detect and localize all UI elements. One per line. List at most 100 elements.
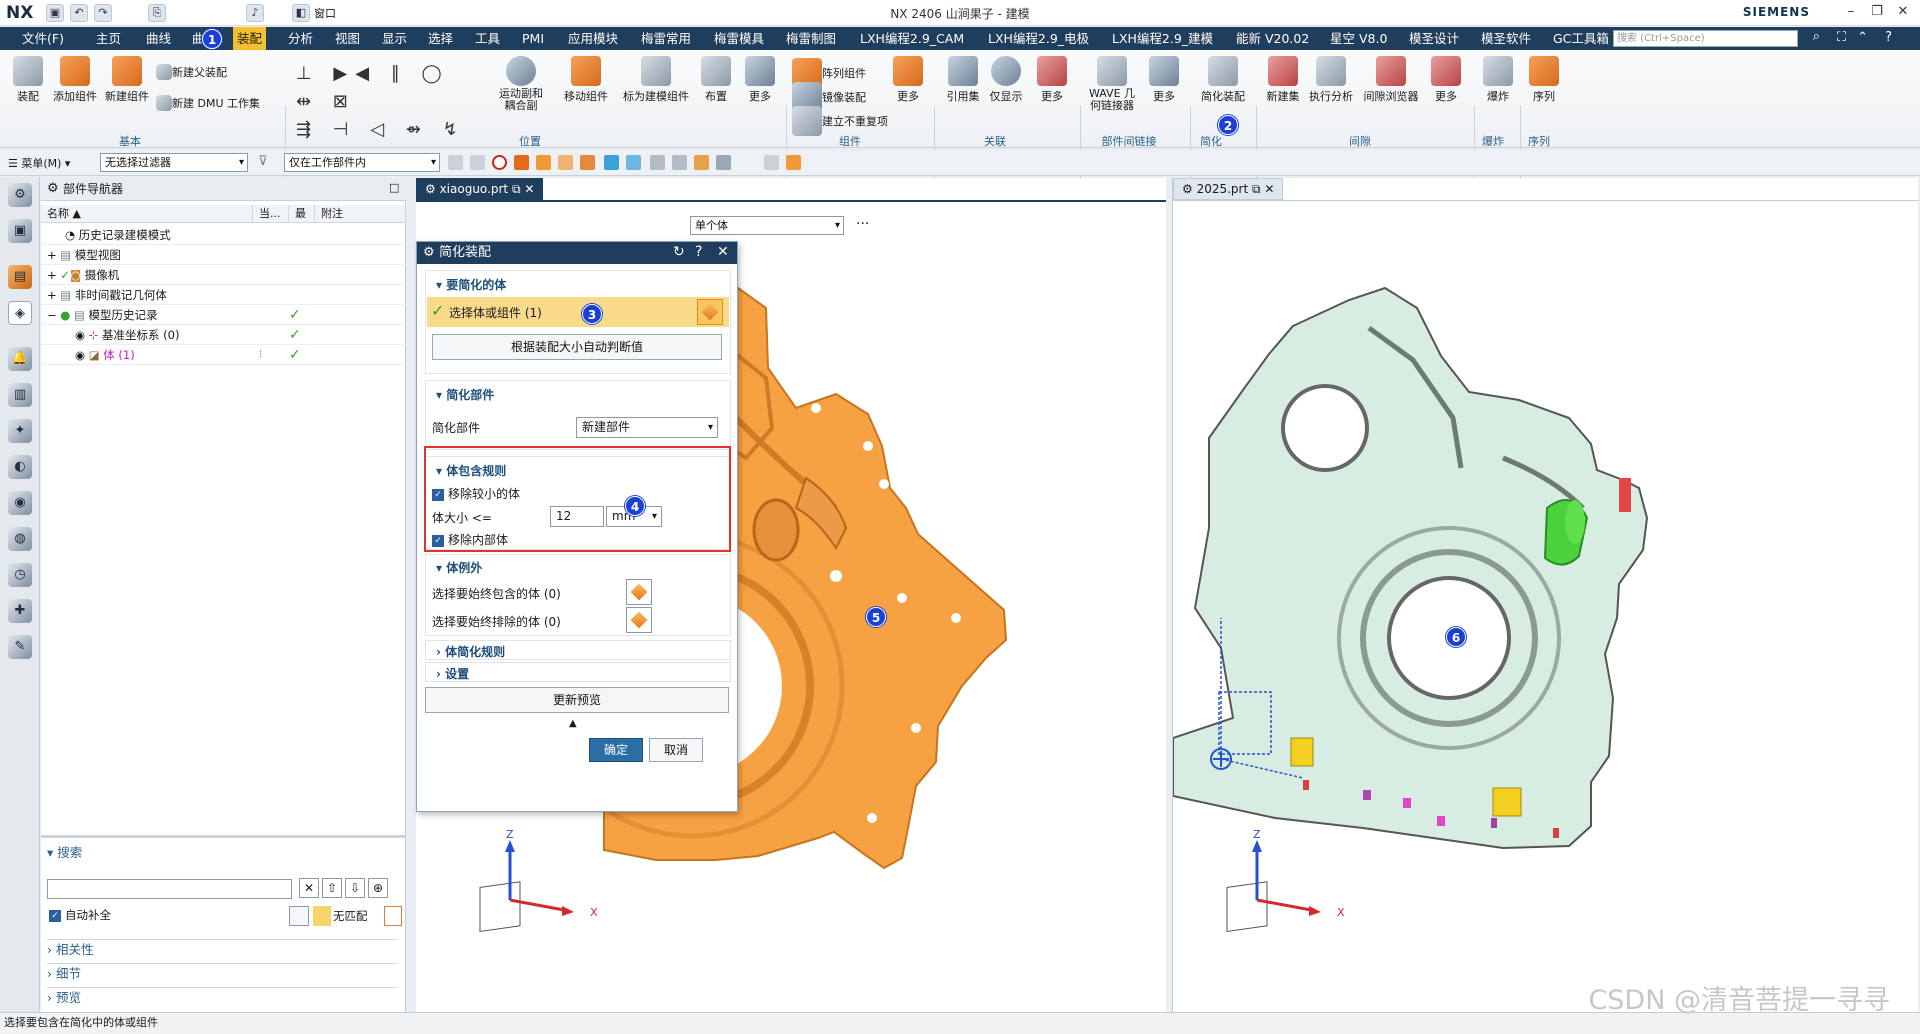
menu-mosheng-software[interactable]: 模圣软件 (1477, 27, 1535, 50)
arrangement-button[interactable]: 布置 (696, 56, 736, 104)
menu-lxh-modeling[interactable]: LXH编程2.9_建模 (1108, 27, 1217, 50)
section-simplify-rules[interactable]: › 体简化规则 (425, 640, 731, 660)
snap2-icon[interactable] (672, 155, 687, 170)
column-name[interactable]: 名称 ▲ (41, 205, 253, 223)
menu-mosheng-design[interactable]: 模圣设计 (1405, 27, 1463, 50)
search-scope-icon[interactable] (289, 906, 309, 926)
new-dmu-workset-button[interactable]: 新建 DMU 工作集 (156, 95, 260, 113)
curve-filter-icon[interactable] (604, 155, 619, 170)
column-current[interactable]: 当... (253, 205, 289, 223)
more-component-button[interactable]: 更多 (888, 56, 928, 104)
body-filter-icon[interactable] (514, 155, 529, 170)
move-component-button[interactable]: 移动组件 (556, 56, 616, 104)
tree-row[interactable]: ◔ 历史记录建模模式 (41, 225, 406, 245)
part-navigator-icon[interactable]: ◈ (8, 301, 32, 325)
simplified-part-select[interactable]: 新建部件 (576, 417, 718, 438)
column-notes[interactable]: 附注 (315, 205, 406, 223)
tools-icon[interactable]: ✚ (8, 599, 32, 623)
auto-infer-button[interactable]: 根据装配大小自动判断值 (432, 334, 722, 360)
tree-row[interactable]: + ✓◙ 摄像机 (41, 265, 406, 285)
tree-row[interactable]: + ▤ 非时间戳记几何体 (41, 285, 406, 305)
notification-icon[interactable]: 🔔 (8, 347, 32, 371)
snap4-icon[interactable] (716, 155, 731, 170)
more-position-button[interactable]: 更多 (740, 56, 780, 104)
constraint-icons[interactable]: ⊥ ▶◀ ∥ ◯ ⇹ ⊠⇶ ⊣ ◁ ⇴ ↯ ⇸ (296, 60, 486, 168)
deselect-icon[interactable] (470, 155, 485, 170)
section-title[interactable]: ▾ 体例外 (436, 559, 482, 576)
role-icon[interactable]: ✎ (8, 635, 32, 659)
new-component-button[interactable]: 新建组件 (102, 56, 152, 104)
restore-icon[interactable]: ❐ (1866, 4, 1888, 22)
collapse-ribbon-icon[interactable]: ⌃ (1857, 30, 1868, 45)
menu-gc-toolbox[interactable]: GC工具箱 (1549, 27, 1613, 50)
snap-icon[interactable] (650, 155, 665, 170)
reuse-library-icon[interactable]: ▥ (8, 383, 32, 407)
more-interpart-button[interactable]: 更多 (1144, 56, 1184, 104)
new-set-button[interactable]: 新建集 (1262, 56, 1304, 104)
menu-applications[interactable]: 应用模块 (564, 27, 622, 50)
tree-row[interactable]: ◉ ⊹ 基准坐标系 (0) (41, 325, 406, 345)
menu-tools[interactable]: 工具 (471, 27, 504, 50)
help-icon[interactable]: ? (1885, 30, 1892, 45)
search-target-icon[interactable] (384, 906, 402, 926)
hd3d-icon[interactable]: ✦ (8, 419, 32, 443)
tree-row[interactable]: + ▤ 模型视图 (41, 245, 406, 265)
select-exclude-body-icon[interactable] (626, 607, 652, 633)
menu-view[interactable]: 视图 (331, 27, 364, 50)
history-icon[interactable]: ◉ (8, 491, 32, 515)
navigator-search-input[interactable] (47, 879, 292, 899)
filter-icon[interactable]: ⊽ (258, 154, 268, 169)
more-clearance-button[interactable]: 更多 (1426, 56, 1466, 104)
select-include-body-icon[interactable] (626, 579, 652, 605)
clock-icon[interactable]: ◷ (8, 563, 32, 587)
menu-button[interactable]: ☰ 菜单(M) ▾ (8, 155, 70, 171)
menu-nengxin[interactable]: 能新 V20.02 (1232, 27, 1313, 50)
new-parent-assembly-button[interactable]: 新建父装配 (156, 64, 227, 82)
menu-home[interactable]: 主页 (92, 27, 125, 50)
scope-select[interactable]: 仅在工作部件内 (284, 153, 440, 172)
view-snap-icon[interactable] (764, 155, 779, 170)
gear-icon[interactable]: ⚙ (47, 181, 59, 196)
clearance-browser-button[interactable]: 间隙浏览器 (1360, 56, 1422, 104)
command-search-input[interactable]: 搜索 (Ctrl+Space) (1613, 30, 1798, 47)
menu-assembly[interactable]: 装配 (233, 27, 267, 50)
close-dialog-icon[interactable]: ✕ (717, 244, 729, 260)
wave-linker-button[interactable]: WAVE 几 何链接器 (1084, 56, 1140, 112)
menu-curve[interactable]: 曲线 (142, 27, 175, 50)
menu-display[interactable]: 显示 (378, 27, 411, 50)
help-icon[interactable]: ? (695, 244, 702, 260)
search-icon[interactable]: ⌕ (1813, 29, 1820, 44)
graphics-window-2[interactable]: ⚙ 2025.prt ⧉ ✕ Z X (1172, 178, 1919, 1012)
constraint-navigator-icon[interactable]: ▤ (8, 265, 32, 289)
snap3-icon[interactable] (694, 155, 709, 170)
explode-button[interactable]: 爆炸 (1478, 56, 1518, 104)
splitter[interactable] (41, 835, 406, 838)
ok-button[interactable]: 确定 (589, 738, 643, 762)
maximize-panel-icon[interactable]: □ (389, 181, 399, 194)
menu-pmi[interactable]: PMI (518, 27, 548, 50)
highlight-icon[interactable] (313, 906, 331, 926)
details-section[interactable]: › 细节 (47, 963, 397, 983)
minimize-icon[interactable]: – (1840, 4, 1862, 22)
view-snap2-icon[interactable] (786, 155, 801, 170)
clear-search-icon[interactable]: ✕ (299, 878, 319, 898)
search-prev-icon[interactable]: ⇧ (322, 878, 342, 898)
menu-file[interactable]: 文件(F) (18, 27, 68, 50)
add-component-button[interactable]: 添加组件 (50, 56, 100, 104)
close-icon[interactable]: ✕ (1892, 4, 1914, 22)
select-body-icon[interactable] (697, 299, 723, 325)
autocomplete-checkbox[interactable]: ✓ 自动补全 (49, 907, 111, 923)
reset-icon[interactable]: ↻ (673, 244, 685, 260)
select-all-icon[interactable] (448, 155, 463, 170)
tree-row[interactable]: − ● ▤ 模型历史记录 (41, 305, 406, 325)
simplify-assembly-button[interactable]: 简化装配 (1196, 56, 1250, 104)
select-body-row[interactable]: ✓ 选择体或组件 (1) (427, 297, 729, 327)
menu-meilei-common[interactable]: 梅雷常用 (637, 27, 695, 50)
search-next-icon[interactable]: ⇩ (345, 878, 365, 898)
menu-analysis[interactable]: 分析 (284, 27, 317, 50)
assembly-navigator-icon[interactable]: ▣ (8, 219, 32, 243)
section-title[interactable]: ▾ 要简化的体 (436, 276, 506, 293)
menu-select[interactable]: 选择 (424, 27, 457, 50)
section-settings[interactable]: › 设置 (425, 662, 731, 682)
point-filter-icon[interactable] (626, 155, 641, 170)
